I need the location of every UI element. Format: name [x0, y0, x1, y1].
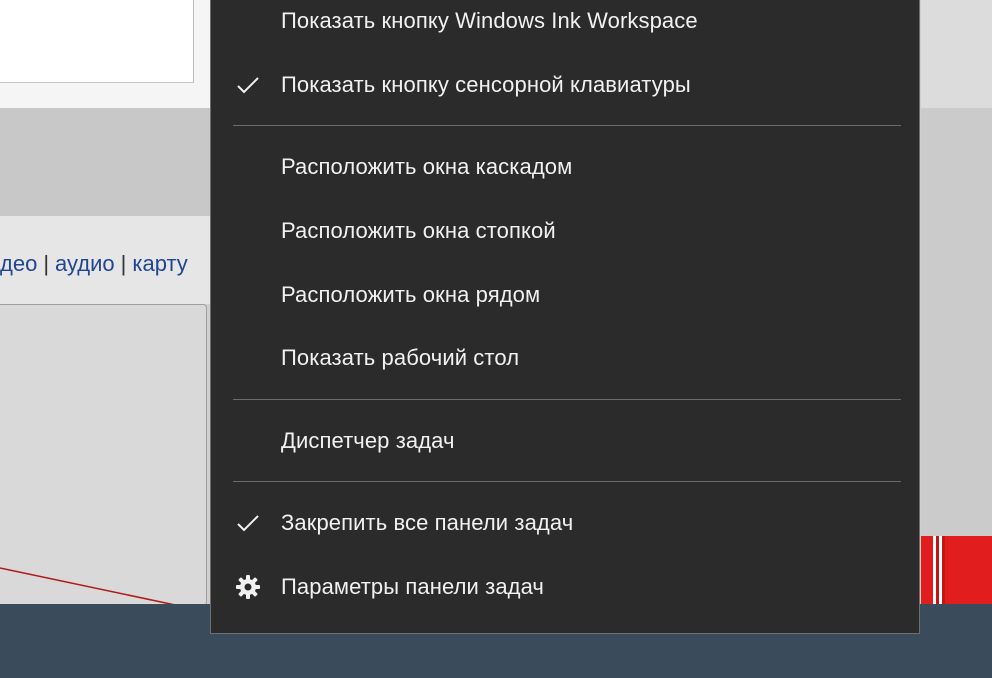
menu-item-taskbar-settings[interactable]: Параметры панели задач [211, 561, 919, 613]
menu-item-show-desktop[interactable]: Показать рабочий стол [211, 332, 919, 384]
link-separator: | [120, 251, 127, 276]
menu-item-label: Параметры панели задач [281, 574, 544, 599]
taskbar-context-menu: Показать кнопку Windows Ink Workspace По… [210, 0, 920, 634]
menu-separator [233, 125, 901, 126]
search-type-links: деo | аудио | карту [0, 251, 188, 277]
menu-item-side-by-side[interactable]: Расположить окна рядом [211, 269, 919, 321]
browser-gray-band [0, 108, 210, 216]
link-audio[interactable]: аудио [55, 251, 115, 276]
menu-separator [233, 399, 901, 400]
right-window-body [921, 108, 992, 536]
menu-item-label: Расположить окна каскадом [281, 154, 573, 179]
menu-item-label: Диспетчер задач [281, 428, 455, 453]
link-video[interactable]: деo [0, 251, 37, 276]
menu-item-label: Закрепить все панели задач [281, 510, 574, 535]
menu-item-show-touch-keyboard[interactable]: Показать кнопку сенсорной клавиатуры [211, 59, 919, 111]
gear-icon [233, 572, 263, 602]
right-striped-element [933, 536, 945, 604]
red-diagonal-line [0, 567, 181, 607]
right-red-element [921, 536, 992, 604]
menu-item-label: Показать кнопку Windows Ink Workspace [281, 8, 698, 33]
menu-item-show-ink-workspace[interactable]: Показать кнопку Windows Ink Workspace [211, 0, 919, 47]
menu-item-label: Показать рабочий стол [281, 345, 520, 370]
menu-item-cascade-windows[interactable]: Расположить окна каскадом [211, 141, 919, 193]
link-separator: | [43, 251, 50, 276]
checkmark-icon [233, 508, 263, 538]
menu-item-label: Расположить окна стопкой [281, 218, 556, 243]
menu-item-label: Расположить окна рядом [281, 282, 541, 307]
right-window-edge [921, 0, 992, 108]
link-map[interactable]: карту [132, 251, 187, 276]
menu-item-task-manager[interactable]: Диспетчер задач [211, 415, 919, 467]
menu-item-lock-taskbars[interactable]: Закрепить все панели задач [211, 497, 919, 549]
browser-white-panel [0, 0, 194, 83]
menu-item-label: Показать кнопку сенсорной клавиатуры [281, 72, 691, 97]
menu-separator [233, 481, 901, 482]
menu-item-stack-windows[interactable]: Расположить окна стопкой [211, 205, 919, 257]
checkmark-icon [233, 70, 263, 100]
